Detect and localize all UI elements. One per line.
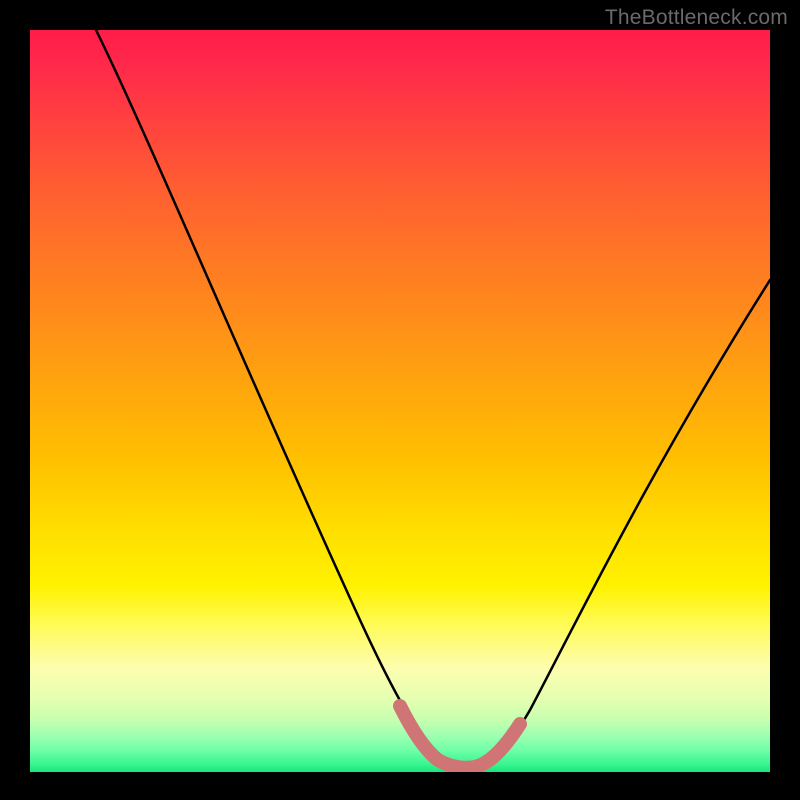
bottleneck-curve: [96, 30, 770, 767]
watermark-text: TheBottleneck.com: [605, 6, 788, 30]
plot-area: [30, 30, 770, 772]
chart-canvas: TheBottleneck.com: [0, 0, 800, 800]
optimal-range-marker: [400, 706, 520, 768]
curve-layer: [30, 30, 770, 772]
